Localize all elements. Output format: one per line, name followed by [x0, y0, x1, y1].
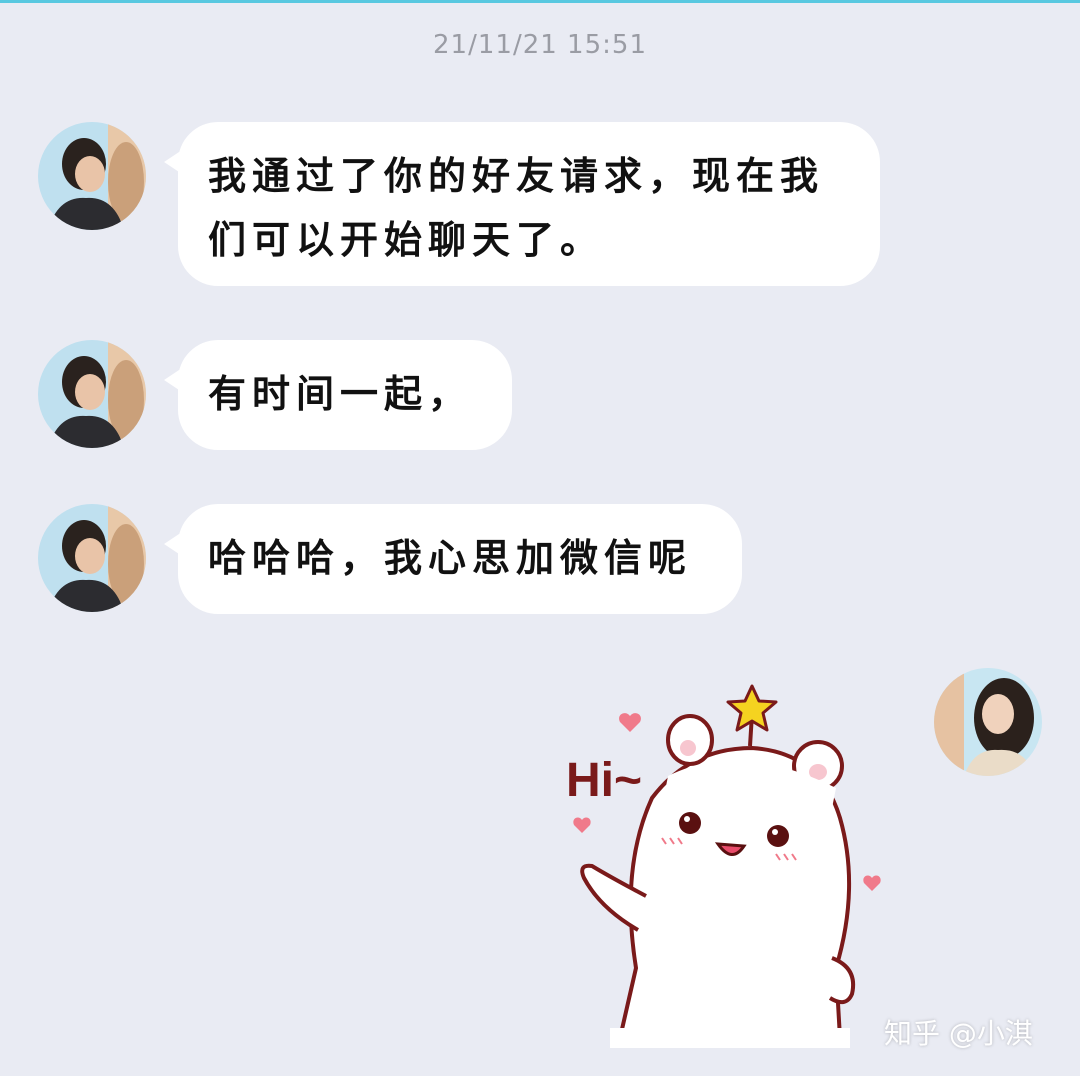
avatar-photo-icon — [934, 668, 1042, 776]
avatar-photo-icon — [38, 340, 146, 448]
bear-waving-sticker[interactable]: Hi~ — [540, 668, 900, 1048]
message-bubble[interactable]: 哈哈哈，我心思加微信呢 — [164, 504, 742, 614]
sender-avatar[interactable] — [38, 122, 146, 230]
sticker-hi-text: Hi~ — [566, 754, 642, 807]
avatar-photo-icon — [38, 122, 146, 230]
my-avatar[interactable] — [934, 668, 1042, 776]
message-text: 哈哈哈，我心思加微信呢 — [208, 536, 693, 580]
zhihu-watermark: 知乎 @小淇 — [884, 1017, 1033, 1050]
message-text: 我通过了你的好友请求，现在我们可以开始聊天了。 — [208, 154, 825, 262]
bear-waving-icon: Hi~ — [566, 684, 881, 1048]
sender-avatar[interactable] — [38, 340, 146, 448]
avatar-photo-icon — [38, 504, 146, 612]
top-accent-line — [0, 0, 1080, 3]
message-bubble[interactable]: 有时间一起， — [164, 340, 512, 450]
message-timestamp: 21/11/21 15:51 — [433, 30, 647, 60]
sender-avatar[interactable] — [38, 504, 146, 612]
message-text: 有时间一起， — [208, 372, 473, 416]
message-bubble[interactable]: 我通过了你的好友请求，现在我们可以开始聊天了。 — [164, 122, 880, 286]
